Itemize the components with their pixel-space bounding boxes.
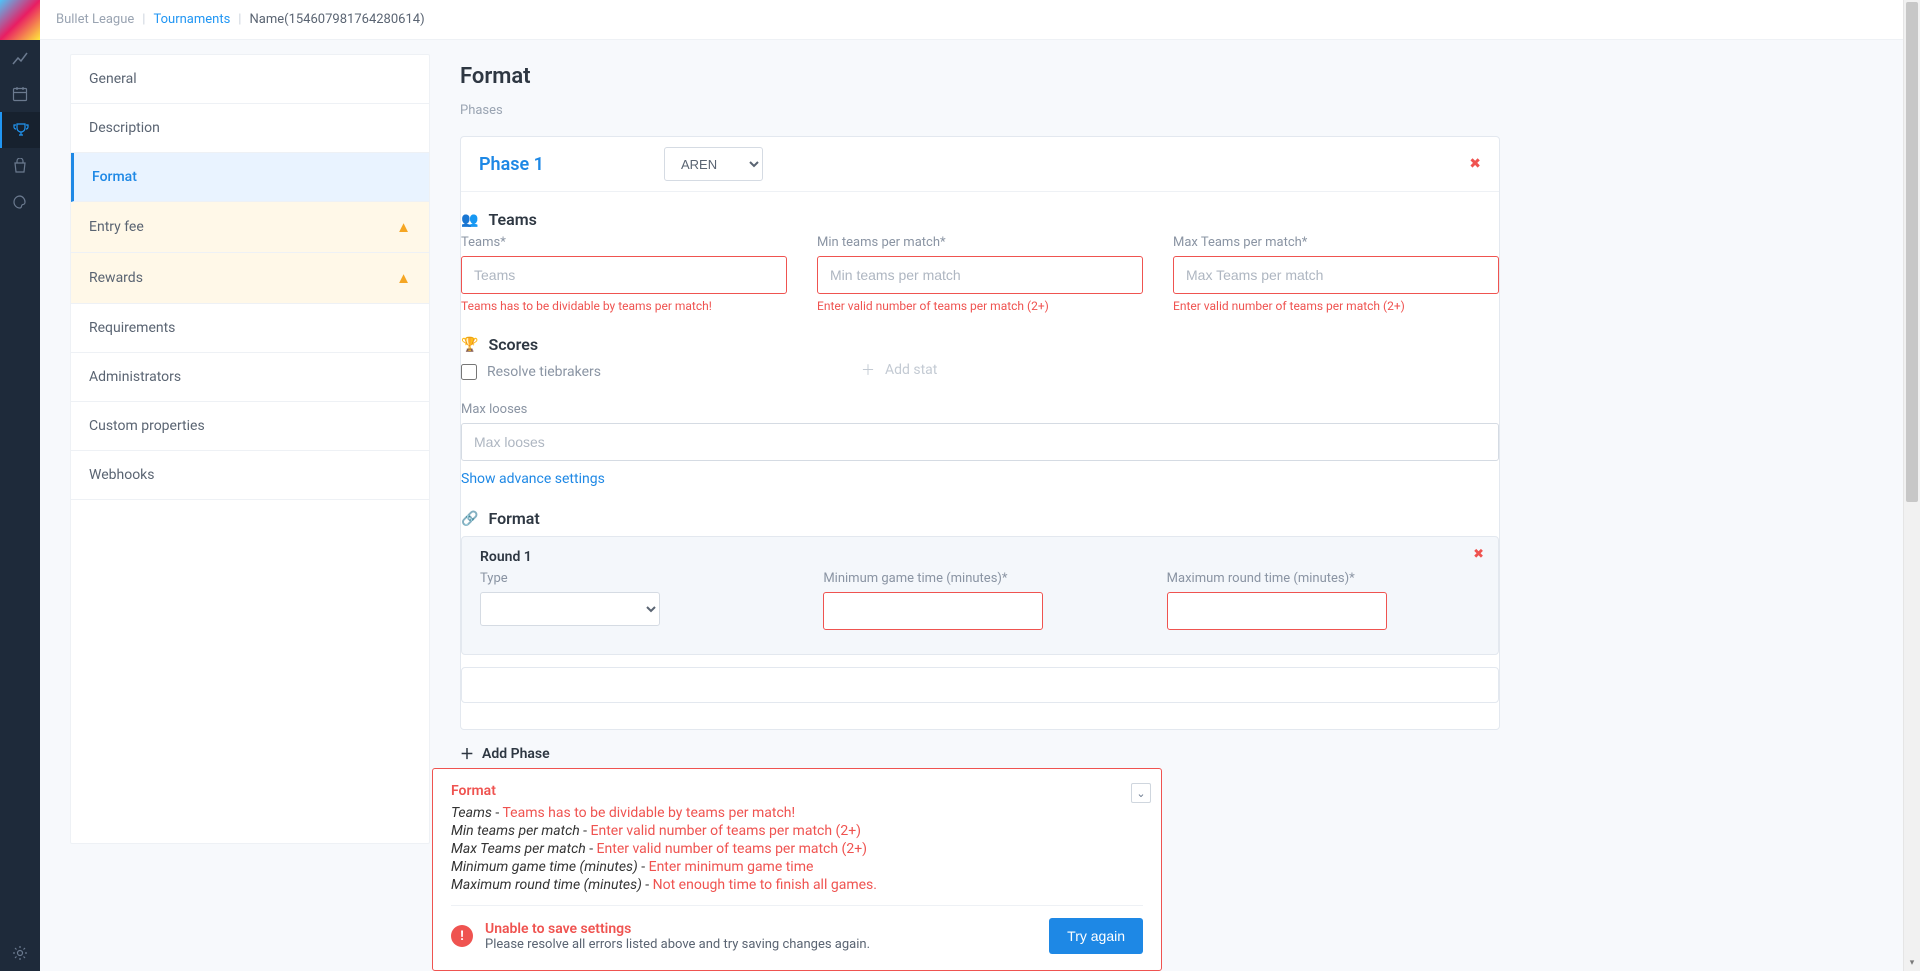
popover-line: Minimum game time (minutes) - Enter mini…	[451, 859, 1143, 875]
trophy-small-icon: 🏆	[461, 337, 478, 353]
round-type-select[interactable]	[480, 592, 660, 626]
nav-format[interactable]: Format	[71, 153, 429, 202]
min-game-time-input[interactable]	[823, 592, 1043, 630]
nav-entry-fee[interactable]: Entry fee▲	[71, 202, 429, 253]
min-teams-label: Min teams per match*	[817, 235, 1143, 250]
breadcrumb-sep: |	[238, 12, 241, 27]
plus-icon: ＋	[861, 360, 875, 380]
unable-title: Unable to save settings	[485, 921, 870, 937]
shop-icon[interactable]	[0, 148, 40, 184]
unable-subtitle: Please resolve all errors listed above a…	[485, 937, 870, 952]
try-again-button[interactable]: Try again	[1049, 918, 1143, 954]
popover-line: Teams - Teams has to be dividable by tea…	[451, 805, 1143, 821]
nav-webhooks[interactable]: Webhooks	[71, 451, 429, 500]
people-icon: 👥	[461, 212, 478, 228]
popover-collapse-button[interactable]: ⌄	[1131, 783, 1151, 803]
max-teams-label: Max Teams per match*	[1173, 235, 1499, 250]
min-game-time-label: Minimum game time (minutes)*	[823, 571, 1136, 586]
add-stat-button[interactable]: ＋ Add stat	[861, 360, 937, 380]
max-teams-error: Enter valid number of teams per match (2…	[1173, 299, 1499, 313]
resolve-tiebreakers-label: Resolve tiebrakers	[487, 364, 601, 380]
resolve-tiebreakers-checkbox[interactable]: Resolve tiebrakers	[461, 364, 601, 380]
scores-heading: Scores	[488, 335, 538, 354]
teams-label: Teams*	[461, 235, 787, 250]
round-card: Round 1 ✖ Type Minimum game time (minute…	[461, 536, 1499, 655]
link-icon: 🔗	[461, 511, 478, 527]
popover-line: Min teams per match - Enter valid number…	[451, 823, 1143, 839]
app-logo	[0, 0, 40, 40]
add-phase-button[interactable]: ＋ Add Phase	[460, 744, 1500, 764]
warning-icon: ▲	[396, 269, 411, 287]
delete-phase-button[interactable]: ✖	[1469, 156, 1481, 172]
show-advance-settings[interactable]: Show advance settings	[461, 471, 605, 487]
plus-icon: ＋	[460, 744, 474, 764]
breadcrumb-sep: |	[142, 12, 145, 27]
settings-icon[interactable]	[0, 935, 40, 971]
max-looses-input[interactable]	[461, 423, 1499, 461]
resolve-tiebreakers-input[interactable]	[461, 364, 477, 380]
error-popover: ⌄ Format Teams - Teams has to be dividab…	[432, 768, 1162, 971]
min-teams-error: Enter valid number of teams per match (2…	[817, 299, 1143, 313]
max-round-time-input[interactable]	[1167, 592, 1387, 630]
nav-rewards[interactable]: Rewards▲	[71, 253, 429, 304]
iconbar	[0, 0, 40, 971]
warning-icon: ▲	[396, 218, 411, 236]
phase-name: Phase 1	[479, 154, 544, 175]
round-title: Round 1	[480, 549, 1480, 565]
popover-title: Format	[451, 783, 1143, 799]
palette-icon[interactable]	[0, 184, 40, 220]
window-scrollbar[interactable]: ▴ ▾	[1903, 0, 1920, 971]
error-icon: !	[451, 925, 473, 947]
breadcrumb-root: Bullet League	[56, 12, 134, 27]
teams-input[interactable]	[461, 256, 787, 294]
scroll-down-icon[interactable]: ▾	[1904, 954, 1920, 971]
scroll-thumb[interactable]	[1906, 2, 1918, 502]
popover-line: Max Teams per match - Enter valid number…	[451, 841, 1143, 857]
page-title: Format	[460, 64, 1500, 89]
max-looses-label: Max looses	[461, 402, 1499, 417]
nav-custom-properties[interactable]: Custom properties	[71, 402, 429, 451]
nav-requirements[interactable]: Requirements	[71, 304, 429, 353]
min-teams-input[interactable]	[817, 256, 1143, 294]
format-heading: Format	[488, 509, 539, 528]
content: Format Phases Phase 1 AREN ✖ 👥 Teams	[430, 54, 1530, 844]
phase-type-select[interactable]: AREN	[664, 147, 763, 181]
round-type-label: Type	[480, 571, 793, 586]
trophy-icon[interactable]	[0, 112, 40, 148]
delete-round-button[interactable]: ✖	[1473, 547, 1484, 562]
popover-line: Maximum round time (minutes) - Not enoug…	[451, 877, 1143, 893]
nav-description[interactable]: Description	[71, 104, 429, 153]
next-round-placeholder	[461, 667, 1499, 703]
nav-general[interactable]: General	[71, 55, 429, 104]
max-teams-input[interactable]	[1173, 256, 1499, 294]
calendar-icon[interactable]	[0, 76, 40, 112]
nav-administrators[interactable]: Administrators	[71, 353, 429, 402]
breadcrumb-current: Name(1546079817642806​14)	[249, 12, 424, 27]
teams-heading: Teams	[488, 210, 536, 229]
max-round-time-label: Maximum round time (minutes)*	[1167, 571, 1480, 586]
teams-error: Teams has to be dividable by teams per m…	[461, 299, 787, 313]
analytics-icon[interactable]	[0, 40, 40, 76]
breadcrumb-tournaments[interactable]: Tournaments	[153, 12, 230, 27]
breadcrumb: Bullet League | Tournaments | Name(15460…	[40, 0, 1920, 40]
phase-card: Phase 1 AREN ✖ 👥 Teams	[460, 136, 1500, 730]
phases-label: Phases	[460, 103, 1500, 118]
section-nav: General Description Format Entry fee▲ Re…	[70, 54, 430, 844]
